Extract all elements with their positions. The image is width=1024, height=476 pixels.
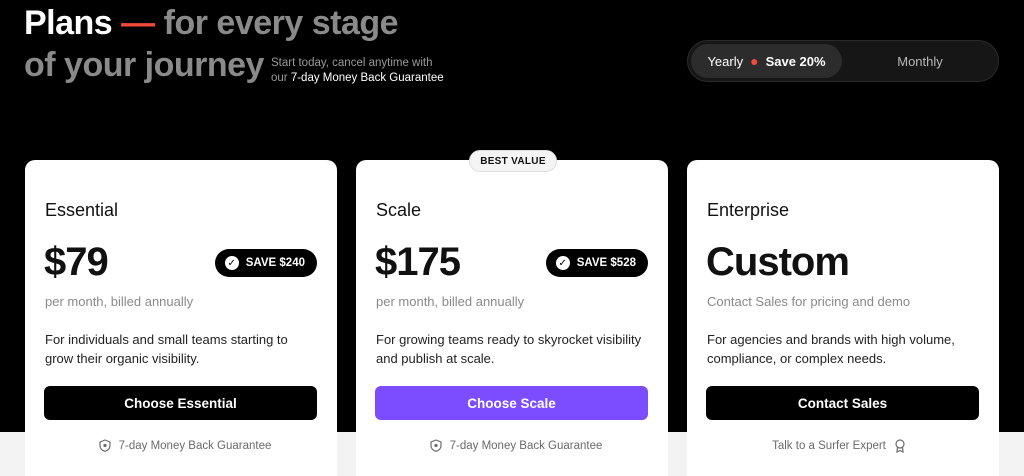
award-icon xyxy=(895,439,905,453)
plan-description: For growing teams ready to skyrocket vis… xyxy=(376,332,642,366)
plan-card-enterprise: Enterprise Custom Contact Sales for pric… xyxy=(687,160,999,476)
check-circle-icon: ✓ xyxy=(224,256,239,270)
plan-footer: 7-day Money Back Guarantee xyxy=(356,439,668,452)
subtext-guarantee: 7-day Money Back Guarantee xyxy=(290,72,444,84)
price-note: Contact Sales for pricing and demo xyxy=(707,294,911,309)
plan-name: Enterprise xyxy=(707,200,790,220)
shield-icon xyxy=(430,439,442,452)
plan-name: Essential xyxy=(45,200,119,220)
dot-separator-icon: ● xyxy=(750,53,759,69)
headline-word-plans: Plans xyxy=(24,4,113,42)
plan-price: $175 xyxy=(375,240,461,284)
footer-text: 7-day Money Back Guarantee xyxy=(449,439,603,452)
plan-description: For individuals and small teams starting… xyxy=(45,332,288,366)
headline-dash: — xyxy=(121,4,155,42)
subtext-line1: Start today, cancel anytime with xyxy=(271,57,433,69)
save-badge: ✓ SAVE $240 xyxy=(214,249,317,277)
price-note: per month, billed annually xyxy=(376,294,525,309)
subtext-prefix: our xyxy=(271,72,288,84)
plan-price: Custom xyxy=(706,240,850,284)
plan-description: For agencies and brands with high volume… xyxy=(707,332,955,366)
toggle-option-yearly[interactable]: Yearly ● Save 20% xyxy=(691,44,842,78)
check-circle-icon: ✓ xyxy=(555,256,570,270)
best-value-badge: BEST VALUE xyxy=(469,150,557,172)
guarantee-subtext: Start today, cancel anytime with our 7-d… xyxy=(271,56,444,86)
headline-rest: for every stage xyxy=(163,4,399,42)
choose-essential-button[interactable]: Choose Essential xyxy=(44,386,317,420)
footer-text: Talk to a Surfer Expert xyxy=(772,440,886,452)
plan-name: Scale xyxy=(376,200,422,220)
monthly-label: Monthly xyxy=(897,53,943,69)
choose-scale-button[interactable]: Choose Scale xyxy=(375,386,648,420)
talk-to-expert-link[interactable]: Talk to a Surfer Expert xyxy=(687,439,999,453)
toggle-option-monthly[interactable]: Monthly xyxy=(844,44,996,78)
plan-price: $79 xyxy=(44,240,109,284)
save-badge: ✓ SAVE $528 xyxy=(545,249,648,277)
shield-icon xyxy=(99,439,111,452)
save-badge-label: SAVE $240 xyxy=(245,257,305,269)
plan-card-essential: Essential $79 ✓ SAVE $240 per month, bil… xyxy=(25,160,337,476)
yearly-label: Yearly xyxy=(707,53,744,69)
plan-footer: 7-day Money Back Guarantee xyxy=(25,439,337,452)
save-badge-label: SAVE $528 xyxy=(576,257,636,269)
contact-sales-button[interactable]: Contact Sales xyxy=(706,386,979,420)
yearly-save-label: Save 20% xyxy=(765,53,826,69)
price-note: per month, billed annually xyxy=(45,294,194,309)
footer-text: 7-day Money Back Guarantee xyxy=(118,439,272,452)
billing-period-toggle: Yearly ● Save 20% Monthly xyxy=(687,40,999,82)
plan-card-scale: Scale $175 ✓ SAVE $528 per month, billed… xyxy=(356,160,668,476)
